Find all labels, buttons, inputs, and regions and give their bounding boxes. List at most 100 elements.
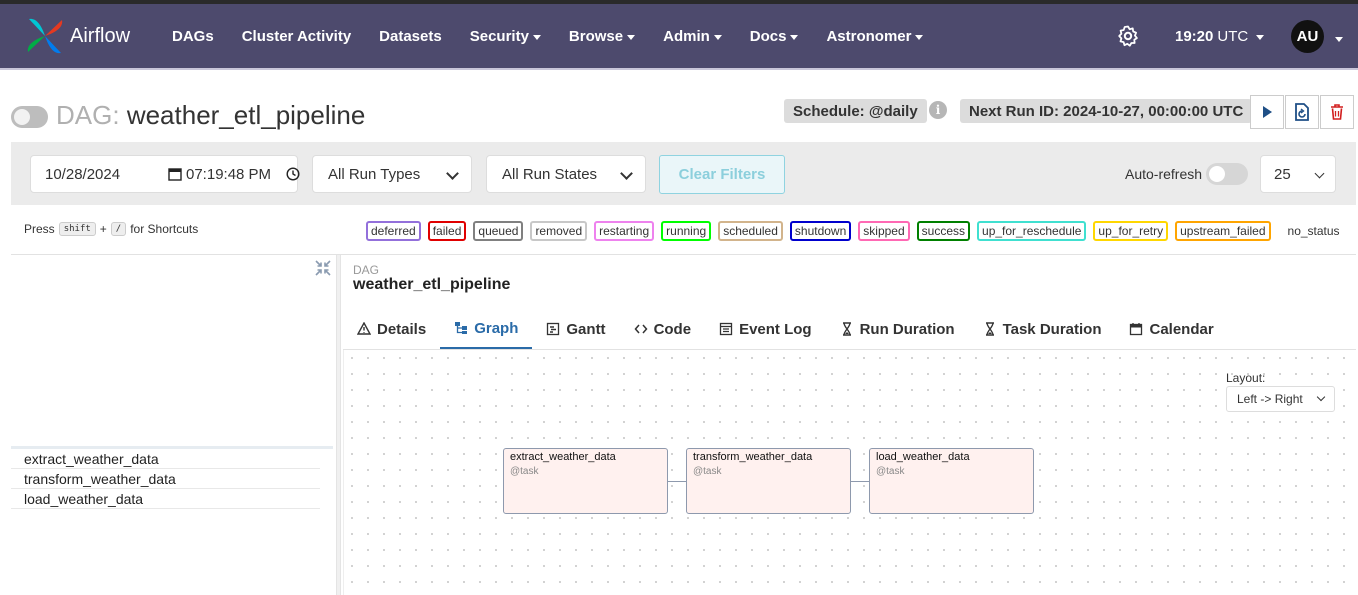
nav-item-browse[interactable]: Browse bbox=[555, 28, 649, 45]
gantt-icon bbox=[547, 322, 560, 336]
clock-time: 19:20 bbox=[1175, 27, 1214, 45]
collapse-icon[interactable] bbox=[314, 259, 332, 277]
nav-item-docs[interactable]: Docs bbox=[736, 28, 813, 45]
tab-code[interactable]: Code bbox=[620, 309, 706, 349]
legend-removed[interactable]: removed bbox=[530, 220, 588, 241]
tab-gantt[interactable]: Gantt bbox=[532, 309, 619, 349]
brand[interactable]: Airflow bbox=[24, 14, 130, 58]
dag-pause-toggle[interactable] bbox=[11, 106, 48, 128]
caret-down-icon bbox=[915, 34, 924, 40]
caret-down-icon bbox=[713, 34, 722, 40]
tab-calendar[interactable]: Calendar bbox=[1115, 309, 1227, 349]
legend-scheduled[interactable]: scheduled bbox=[718, 220, 783, 241]
auto-refresh-label: Auto-refresh bbox=[1125, 166, 1203, 182]
run-states-select[interactable]: All Run States bbox=[486, 155, 646, 193]
trash-icon bbox=[1331, 104, 1343, 120]
play-icon bbox=[1263, 106, 1272, 118]
chevron-down-icon bbox=[1316, 392, 1326, 402]
next-run-badge: Next Run ID: 2024-10-27, 00:00:00 UTC bbox=[960, 99, 1253, 123]
base-time-value: 07:19:48 PM bbox=[186, 165, 272, 183]
shortcut-key-slash: / bbox=[110, 222, 127, 236]
detail-kicker: DAG bbox=[353, 263, 380, 277]
legend-running[interactable]: running bbox=[661, 220, 712, 241]
nav-item-label: Browse bbox=[568, 27, 624, 45]
graph-node-decorator: @task bbox=[693, 466, 722, 477]
gear-icon[interactable] bbox=[1116, 24, 1140, 48]
page-title: DAG: weather_etl_pipeline bbox=[56, 100, 365, 131]
legend-deferred[interactable]: deferred bbox=[366, 220, 421, 241]
reparse-icon bbox=[1295, 103, 1309, 121]
nav-item-security[interactable]: Security bbox=[456, 28, 555, 45]
nav-item-label: Docs bbox=[749, 27, 787, 45]
nav-item-label: DAGs bbox=[172, 27, 214, 45]
nav-item-dags[interactable]: DAGs bbox=[158, 28, 228, 45]
avatar-caret-icon[interactable] bbox=[1335, 37, 1343, 42]
clock-icon[interactable] bbox=[286, 167, 300, 181]
tab-details[interactable]: Details bbox=[343, 309, 440, 349]
info-icon[interactable]: i bbox=[929, 101, 947, 119]
legend-success[interactable]: success bbox=[916, 220, 971, 241]
timezone-dropdown[interactable]: 19:20 UTC bbox=[1175, 4, 1265, 68]
legend-failed[interactable]: failed bbox=[427, 220, 467, 241]
caret-down-icon bbox=[790, 34, 799, 40]
tab-label: Calendar bbox=[1149, 320, 1214, 338]
delete-dag-button[interactable] bbox=[1320, 95, 1354, 129]
layout-label: Layout: bbox=[1226, 371, 1266, 385]
layout-value: Left -> Right bbox=[1237, 392, 1303, 406]
run-types-select[interactable]: All Run Types bbox=[312, 155, 472, 193]
nav-item-admin[interactable]: Admin bbox=[649, 28, 736, 45]
filter-bar: 10/28/2024 07:19:48 PM All Run Types All… bbox=[11, 142, 1356, 205]
shortcut-key-shift: shift bbox=[58, 222, 96, 236]
graph-node-transform-weather-data[interactable]: transform_weather_data @task bbox=[686, 448, 851, 514]
chevron-down-icon bbox=[620, 167, 633, 180]
task-row[interactable]: extract_weather_data bbox=[11, 449, 320, 469]
auto-refresh-toggle[interactable] bbox=[1206, 163, 1248, 185]
event-log-icon bbox=[719, 322, 733, 336]
layout-select[interactable]: Left -> Right bbox=[1226, 386, 1335, 412]
trigger-dag-button[interactable] bbox=[1250, 95, 1284, 129]
nav-item-label: Datasets bbox=[379, 27, 442, 45]
nav-menu: DAGs Cluster Activity Datasets Security Brow… bbox=[158, 4, 937, 68]
calendar-icon[interactable] bbox=[168, 167, 182, 181]
avatar[interactable]: AU bbox=[1291, 20, 1324, 53]
legend-skipped[interactable]: skipped bbox=[858, 220, 910, 241]
clear-filters-button[interactable]: Clear Filters bbox=[659, 155, 785, 194]
airflow-logo-icon bbox=[27, 18, 63, 54]
graph-node-extract-weather-data[interactable]: extract_weather_data @task bbox=[503, 448, 668, 514]
legend-up-for-reschedule[interactable]: up_for_reschedule bbox=[977, 220, 1087, 241]
nav-item-astronomer[interactable]: Astronomer bbox=[812, 28, 937, 45]
legend-restarting[interactable]: restarting bbox=[594, 220, 655, 241]
shortcuts-press: Press bbox=[24, 222, 55, 236]
legend-up-for-retry[interactable]: up_for_retry bbox=[1093, 220, 1169, 241]
legend-shutdown[interactable]: shutdown bbox=[789, 220, 852, 241]
page-size-select[interactable]: 25 bbox=[1260, 155, 1336, 193]
graph-node-name: transform_weather_data bbox=[693, 451, 813, 463]
graph-node-decorator: @task bbox=[510, 466, 539, 477]
base-date-input[interactable]: 10/28/2024 07:19:48 PM bbox=[30, 155, 300, 193]
tab-graph[interactable]: Graph bbox=[440, 309, 533, 349]
task-row[interactable]: load_weather_data bbox=[11, 489, 320, 509]
tab-label: Code bbox=[653, 320, 692, 338]
graph-node-name: extract_weather_data bbox=[510, 451, 616, 463]
reparse-dag-button[interactable] bbox=[1285, 95, 1319, 129]
legend-no-status[interactable]: no_status bbox=[1283, 221, 1345, 241]
hourglass-icon bbox=[985, 322, 994, 336]
base-date-value: 10/28/2024 bbox=[45, 165, 121, 183]
graph-edge bbox=[851, 481, 869, 482]
shortcuts-hint: Press shift + / for Shortcuts bbox=[24, 222, 198, 236]
detail-tabs: Details Graph Gantt Code Event Log Run Durati… bbox=[343, 309, 1228, 349]
graph-edge bbox=[668, 481, 686, 482]
tab-task-duration[interactable]: Task Duration bbox=[969, 309, 1116, 349]
legend-upstream-failed[interactable]: upstream_failed bbox=[1175, 220, 1271, 241]
caret-down-icon bbox=[532, 34, 541, 40]
tab-event-log[interactable]: Event Log bbox=[705, 309, 826, 349]
warning-icon bbox=[357, 322, 371, 335]
legend-queued[interactable]: queued bbox=[473, 220, 524, 241]
tab-run-duration[interactable]: Run Duration bbox=[826, 309, 969, 349]
task-row[interactable]: transform_weather_data bbox=[11, 469, 320, 489]
panel-resize-handle[interactable] bbox=[336, 255, 341, 595]
tab-label: Run Duration bbox=[859, 320, 955, 338]
nav-item-datasets[interactable]: Datasets bbox=[365, 28, 456, 45]
nav-item-cluster-activity[interactable]: Cluster Activity bbox=[228, 28, 365, 45]
graph-node-load-weather-data[interactable]: load_weather_data @task bbox=[869, 448, 1034, 514]
